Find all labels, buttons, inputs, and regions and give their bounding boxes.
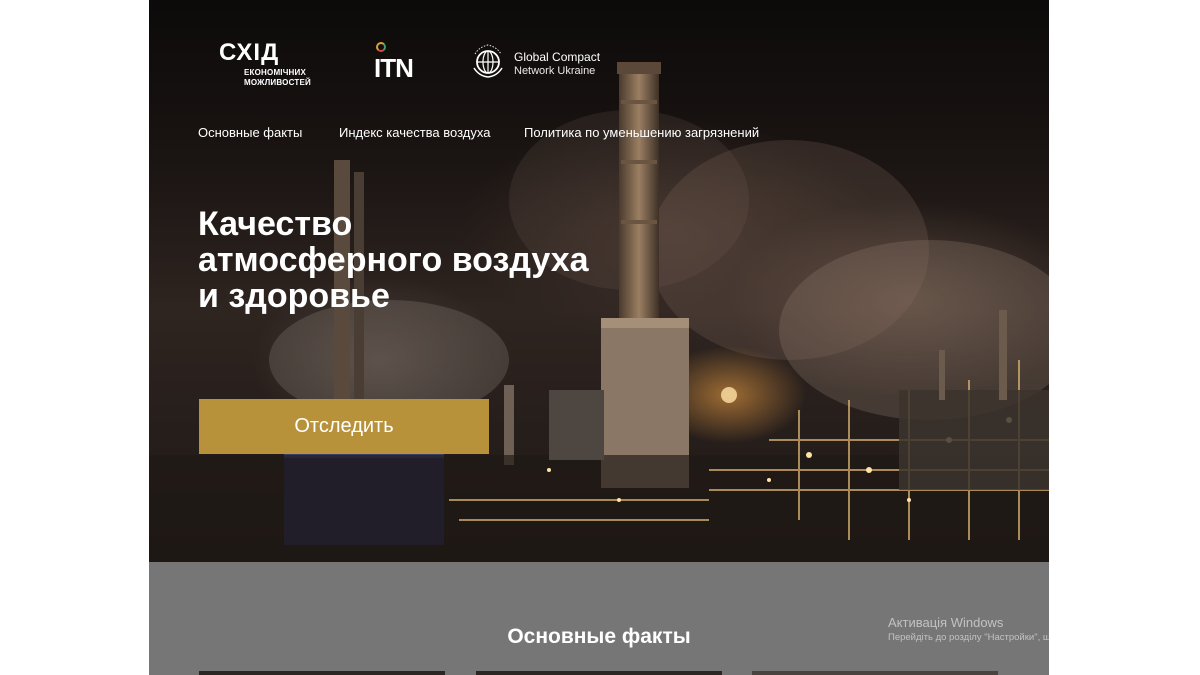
sxid-logo-subtitle: ЕКОНОМІЧНИХ МОЖЛИВОСТЕЙ — [244, 68, 311, 88]
nav-item-basic-facts[interactable]: Основные факты — [198, 124, 302, 142]
watermark-subtitle: Перейдіть до розділу "Настройки", щоб ак… — [888, 632, 1157, 643]
global-compact-subtitle: Network Ukraine — [514, 65, 596, 77]
hero-title-line2: атмосферного воздуха — [198, 241, 589, 279]
sxid-subtitle-line2: МОЖЛИВОСТЕЙ — [244, 78, 311, 87]
hero-section: СХІД ЕКОНОМІЧНИХ МОЖЛИВОСТЕЙ ITN Global … — [149, 0, 1049, 562]
fact-card[interactable] — [476, 671, 722, 675]
hero-title-line1: Качество — [198, 205, 353, 243]
landing-page: СХІД ЕКОНОМІЧНИХ МОЖЛИВОСТЕЙ ITN Global … — [149, 0, 1049, 675]
sxid-logo[interactable]: СХІД ЕКОНОМІЧНИХ МОЖЛИВОСТЕЙ — [219, 39, 319, 88]
watermark-title: Активація Windows — [888, 615, 1004, 630]
itn-color-ring-icon — [376, 42, 386, 52]
track-button[interactable]: Отследить — [199, 399, 489, 454]
global-compact-title: Global Compact — [514, 50, 601, 64]
hero-title: Качество атмосферного воздуха и здоровье — [198, 206, 658, 314]
fact-card[interactable] — [752, 671, 998, 675]
fact-card[interactable] — [199, 671, 445, 675]
windows-activation-watermark: Активація Windows Перейдіть до розділу "… — [888, 615, 1156, 644]
itn-logo-mark: ITN — [374, 53, 414, 83]
nav-item-air-quality-index[interactable]: Индекс качества воздуха — [339, 124, 490, 142]
sxid-logo-mark: СХІД — [219, 39, 280, 66]
sxid-subtitle-line1: ЕКОНОМІЧНИХ — [244, 68, 307, 77]
un-globe-icon — [473, 44, 503, 78]
nav-item-pollution-policy[interactable]: Политика по уменьшению загрязнений — [524, 124, 759, 142]
hero-title-line3: и здоровье — [198, 277, 390, 315]
